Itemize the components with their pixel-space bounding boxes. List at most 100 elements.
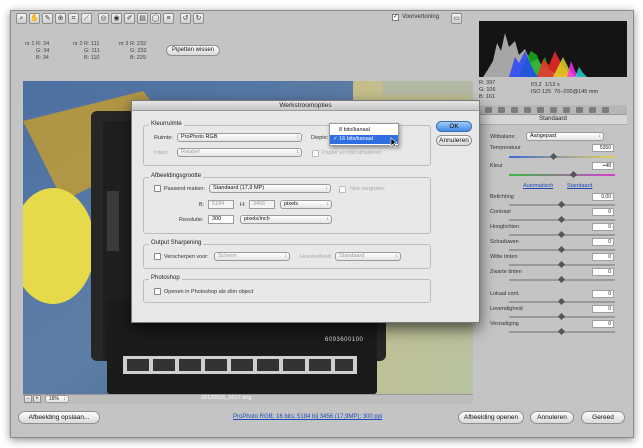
fx-tab-icon[interactable]: [563, 107, 570, 113]
preview-label: Voorvertoning: [402, 14, 440, 20]
simulate-checkbox[interactable]: [312, 150, 319, 157]
slider-thumb[interactable]: [557, 200, 566, 209]
dialog-cancel-button[interactable]: Annuleren: [436, 135, 472, 146]
camera-tab-icon[interactable]: [576, 107, 583, 113]
image-label: 6093600100: [325, 337, 364, 343]
cursor-arrow-icon: [390, 137, 398, 148]
sampler-2: nr 2 R: 111 G: 111 B: 110: [73, 41, 100, 62]
temp-label: Temperatuur: [490, 145, 521, 151]
slider-thumb[interactable]: [557, 297, 566, 306]
radial-icon[interactable]: ◯: [150, 13, 161, 24]
amount-select[interactable]: Standaard: [335, 252, 401, 261]
unit-select[interactable]: pixels: [280, 200, 332, 209]
slider-value[interactable]: 0: [592, 238, 614, 246]
resize-select[interactable]: Standaard (17,9 MP): [209, 184, 331, 193]
depth-label: Diepte:: [311, 135, 329, 141]
crop-icon[interactable]: ⌗: [68, 13, 79, 24]
lens-tab-icon[interactable]: [550, 107, 557, 113]
clear-samplers-button[interactable]: Pipetten wissen: [166, 45, 220, 56]
zoom-icon[interactable]: ⌕: [16, 13, 27, 24]
save-image-button[interactable]: Afbeelding opslaan...: [18, 411, 100, 424]
list-icon[interactable]: ≡: [163, 13, 174, 24]
no-enlarge-checkbox[interactable]: [339, 186, 346, 193]
slider-value[interactable]: 0: [592, 320, 614, 328]
brush-icon[interactable]: ✐: [124, 13, 135, 24]
gradient-icon[interactable]: ▤: [137, 13, 148, 24]
smart-object-label: Openen in Photoshop als slim object: [164, 289, 254, 295]
spot-icon[interactable]: ◎: [98, 13, 109, 24]
panel-tabs: [479, 105, 627, 115]
done-button[interactable]: Gereed: [581, 411, 625, 424]
tint-value[interactable]: +48: [592, 162, 614, 170]
slider-thumb[interactable]: [557, 230, 566, 239]
sampler-3-g: G: 232: [130, 48, 147, 54]
slider-thumb[interactable]: [557, 327, 566, 336]
temp-slider-track[interactable]: [509, 156, 615, 158]
zoom-select[interactable]: 18%: [45, 395, 69, 403]
height-input[interactable]: 3456: [249, 200, 275, 209]
slider-value[interactable]: 0: [592, 208, 614, 216]
zoom-out-icon[interactable]: −: [24, 395, 32, 403]
fullscreen-icon[interactable]: ▭: [451, 13, 462, 24]
slider-label: Hooglichten: [490, 224, 520, 230]
width-label: B:: [199, 202, 205, 208]
slider-value[interactable]: 0: [592, 268, 614, 276]
auto-link[interactable]: Automatisch: [523, 183, 553, 189]
rotate-cw-icon[interactable]: ↻: [193, 13, 204, 24]
preview-checkbox[interactable]: ✓: [392, 14, 399, 21]
open-image-button[interactable]: Afbeelding openen: [458, 411, 524, 424]
slider-thumb[interactable]: [557, 260, 566, 269]
temp-value[interactable]: 5350: [592, 144, 614, 152]
slider-value[interactable]: 0: [592, 305, 614, 313]
zoom-in-icon[interactable]: +: [33, 395, 41, 403]
depth-option-16bit[interactable]: ✓ 16 bits/kanaal: [330, 135, 398, 144]
hsl-tab-icon[interactable]: [524, 107, 531, 113]
slider-thumb[interactable]: [557, 245, 566, 254]
resolution-unit-select[interactable]: pixels/inch: [240, 215, 332, 224]
filename: 20120505_0017.dng: [201, 395, 252, 401]
sharpen-select[interactable]: Scherm: [214, 252, 290, 261]
workflow-options-link[interactable]: ProPhoto RGB; 16 bits; 5184 bij 3456 (17…: [233, 414, 382, 420]
smart-object-checkbox[interactable]: [154, 288, 161, 295]
split-tab-icon[interactable]: [537, 107, 544, 113]
slider-thumb[interactable]: [557, 275, 566, 284]
slider-value[interactable]: 0: [592, 223, 614, 231]
slider-value[interactable]: 0: [592, 290, 614, 298]
snapshots-tab-icon[interactable]: [602, 107, 609, 113]
basic-tab-icon[interactable]: [485, 107, 492, 113]
tint-label: Kleur: [490, 163, 503, 169]
slider-thumb[interactable]: [557, 215, 566, 224]
space-select[interactable]: ProPhoto RGB: [177, 133, 302, 142]
rotate-ccw-icon[interactable]: ↺: [180, 13, 191, 24]
cancel-button[interactable]: Annuleren: [530, 411, 574, 424]
tint-slider-thumb[interactable]: [569, 170, 578, 179]
iso: ISO 125: [531, 89, 552, 95]
slider-value[interactable]: 0: [592, 253, 614, 261]
histogram-graph: [483, 33, 587, 77]
slider-value[interactable]: 0,00: [592, 193, 614, 201]
space-label: Ruimte:: [154, 135, 173, 141]
default-link[interactable]: Standaard: [567, 183, 592, 189]
width-input[interactable]: 5184: [208, 200, 234, 209]
tint-slider-track[interactable]: [509, 174, 615, 176]
slider-label: Levendigheid: [490, 306, 523, 312]
wb-select[interactable]: Aangepast: [526, 132, 604, 141]
slider-label: Lokaal cont.: [490, 291, 520, 297]
intent-select[interactable]: Relatief: [177, 148, 302, 157]
straighten-icon[interactable]: ⟋: [81, 13, 92, 24]
sharpen-checkbox[interactable]: [154, 253, 161, 260]
ok-button[interactable]: OK: [436, 121, 472, 132]
target-icon[interactable]: ⊕: [55, 13, 66, 24]
sampler-1: nr 1 R: 34 G: 34 B: 34: [25, 41, 49, 62]
depth-option-8bit[interactable]: 8 bits/kanaal: [330, 126, 398, 134]
eyedropper-icon[interactable]: ✎: [42, 13, 53, 24]
hand-icon[interactable]: ✋: [29, 13, 40, 24]
curve-tab-icon[interactable]: [498, 107, 505, 113]
resize-checkbox[interactable]: [154, 185, 161, 192]
slider-thumb[interactable]: [557, 312, 566, 321]
redeye-icon[interactable]: ◉: [111, 13, 122, 24]
detail-tab-icon[interactable]: [511, 107, 518, 113]
resolution-input[interactable]: 300: [208, 215, 234, 224]
presets-tab-icon[interactable]: [589, 107, 596, 113]
temp-slider-thumb[interactable]: [549, 152, 558, 161]
